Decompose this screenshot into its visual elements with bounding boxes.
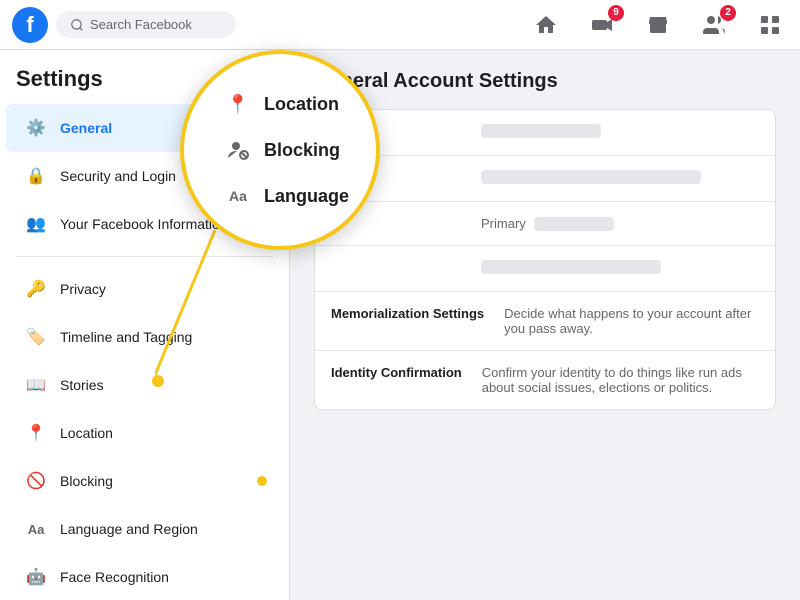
store-nav-button[interactable] — [640, 7, 676, 43]
memorialization-value: Decide what happens to your account afte… — [504, 306, 759, 336]
general-icon: ⚙️ — [22, 114, 50, 142]
sidebar-item-label: Privacy — [60, 281, 106, 297]
settings-row-name: Name — [315, 110, 775, 156]
email-value — [481, 170, 759, 187]
name-placeholder — [481, 124, 601, 138]
contact-value — [481, 260, 759, 277]
name-value — [481, 124, 759, 141]
sidebar-item-stories[interactable]: 📖 Stories — [6, 361, 283, 409]
sidebar-item-label: Stories — [60, 377, 104, 393]
contact-placeholder — [481, 260, 661, 274]
timeline-icon: 🏷️ — [22, 323, 50, 351]
memorialization-label: Memorialization Settings — [331, 306, 484, 321]
home-icon — [534, 13, 558, 37]
menu-nav-button[interactable] — [752, 7, 788, 43]
email-placeholder — [481, 170, 701, 184]
blocking-dot — [257, 476, 267, 486]
content-title: General Account Settings — [314, 70, 776, 93]
popover-container: 📍 Location Blocking Aa Language — [180, 50, 380, 250]
video-nav-button[interactable]: 9 — [584, 7, 620, 43]
friends-badge: 2 — [720, 5, 736, 21]
popover-language-icon: Aa — [224, 182, 252, 210]
identity-value: Confirm your identity to do things like … — [482, 365, 759, 395]
settings-row-identity: Identity Confirmation Confirm your ident… — [315, 351, 775, 409]
sidebar-item-timeline-tagging[interactable]: 🏷️ Timeline and Tagging — [6, 313, 283, 361]
popover-location-icon: 📍 — [224, 90, 252, 118]
popover-item-language: Aa Language — [224, 182, 349, 210]
sidebar-item-label: Location — [60, 425, 113, 441]
popover-circle: 📍 Location Blocking Aa Language — [180, 50, 380, 250]
home-nav-button[interactable] — [528, 7, 564, 43]
primary-text: Primary — [481, 216, 526, 231]
primary-placeholder — [534, 217, 614, 231]
sidebar-item-privacy[interactable]: 🔑 Privacy — [6, 265, 283, 313]
nav-icons: 9 2 — [528, 7, 788, 43]
sidebar-item-face-recognition[interactable]: 🤖 Face Recognition — [6, 553, 283, 600]
popover-item-location: 📍 Location — [224, 90, 339, 118]
popover-location-label: Location — [264, 94, 339, 115]
location-icon: 📍 — [22, 419, 50, 447]
sidebar-divider — [16, 256, 273, 257]
menu-icon — [758, 13, 782, 37]
privacy-icon: 🔑 — [22, 275, 50, 303]
popover-blocking-label: Blocking — [264, 140, 340, 161]
facebook-logo[interactable]: f — [12, 7, 48, 43]
store-icon — [646, 13, 670, 37]
blocking-svg-icon — [226, 138, 250, 162]
popover-language-label: Language — [264, 186, 349, 207]
settings-row-memorialization: Memorialization Settings Decide what hap… — [315, 292, 775, 351]
search-bar[interactable]: Search Facebook — [56, 11, 236, 38]
identity-label: Identity Confirmation — [331, 365, 462, 380]
face-recognition-icon: 🤖 — [22, 563, 50, 591]
language-icon: Aa — [22, 515, 50, 543]
sidebar-item-label: General — [60, 120, 112, 136]
settings-table: Name Primary — [314, 109, 776, 410]
sidebar-item-label: Language and Region — [60, 521, 198, 537]
sidebar-item-location[interactable]: 📍 Location — [6, 409, 283, 457]
primary-value: Primary — [481, 216, 759, 231]
sidebar-item-label: Timeline and Tagging — [60, 329, 192, 345]
main-layout: Settings ⚙️ General 🔒 Security and Login… — [0, 50, 800, 600]
settings-row-email — [315, 156, 775, 202]
sidebar-item-language-region[interactable]: Aa Language and Region — [6, 505, 283, 553]
top-nav: f Search Facebook 9 — [0, 0, 800, 50]
sidebar-item-label: Blocking — [60, 473, 113, 489]
info-icon: 👥 — [22, 210, 50, 238]
video-badge: 9 — [608, 5, 624, 21]
settings-row-contact — [315, 246, 775, 292]
security-icon: 🔒 — [22, 162, 50, 190]
popover-dot — [152, 375, 164, 387]
sidebar-item-blocking[interactable]: 🚫 Blocking — [6, 457, 283, 505]
blocking-icon: 🚫 — [22, 467, 50, 495]
popover-item-blocking: Blocking — [224, 136, 340, 164]
sidebar-item-label: Security and Login — [60, 168, 176, 184]
friends-nav-button[interactable]: 2 — [696, 7, 732, 43]
search-placeholder: Search Facebook — [90, 17, 192, 32]
popover-blocking-icon — [224, 136, 252, 164]
settings-row-primary: Primary — [315, 202, 775, 246]
sidebar-item-label: Face Recognition — [60, 569, 169, 585]
stories-icon: 📖 — [22, 371, 50, 399]
search-icon — [70, 18, 84, 32]
